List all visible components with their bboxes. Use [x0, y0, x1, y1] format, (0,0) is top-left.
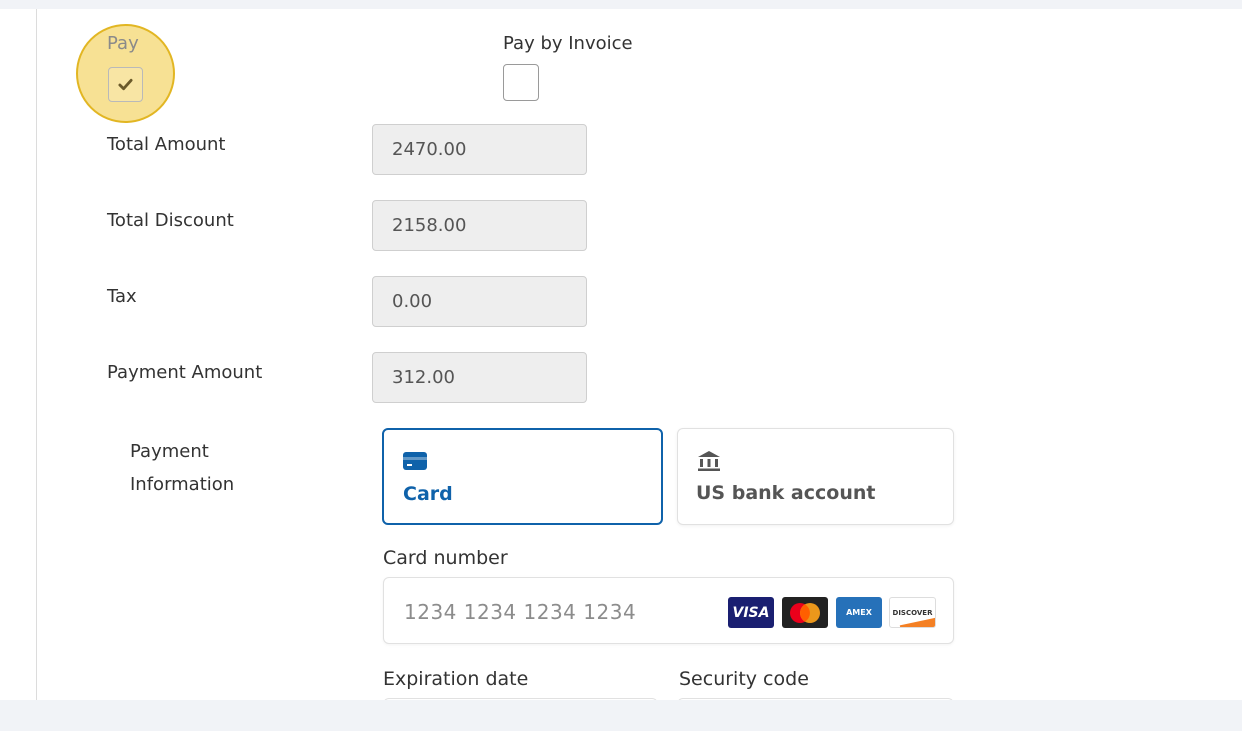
mastercard-icon: [790, 602, 820, 623]
card-number-input[interactable]: 1234 1234 1234 1234 VISA AMEX DISCOVER: [383, 577, 954, 644]
tax-field: 0.00: [372, 276, 587, 327]
payment-information-line1: Payment: [130, 441, 209, 462]
pay-label: Pay: [107, 33, 139, 54]
total-discount-label: Total Discount: [107, 210, 234, 231]
total-amount-label: Total Amount: [107, 134, 226, 155]
card-method-tab[interactable]: Card: [382, 428, 663, 525]
payment-panel: Pay Pay by Invoice Total Amount 2470.00 …: [0, 9, 1242, 700]
us-bank-account-label: US bank account: [696, 482, 876, 504]
total-discount-field: 2158.00: [372, 200, 587, 251]
expiration-date-label: Expiration date: [383, 668, 529, 690]
checkmark-icon: [118, 78, 133, 91]
pay-checkbox[interactable]: [108, 67, 143, 102]
pay-by-invoice-label: Pay by Invoice: [503, 33, 633, 54]
left-divider: [36, 9, 37, 700]
credit-card-icon: [403, 452, 427, 470]
payment-information-label: Payment Information: [130, 435, 234, 501]
payment-amount-field: 312.00: [372, 352, 587, 403]
tax-label: Tax: [107, 286, 137, 307]
card-method-label: Card: [403, 483, 453, 505]
mastercard-logo: [782, 597, 828, 628]
visa-logo: VISA: [728, 597, 774, 628]
us-bank-account-method-tab[interactable]: US bank account: [677, 428, 954, 525]
expiration-date-input[interactable]: [383, 698, 658, 700]
security-code-label: Security code: [679, 668, 809, 690]
pay-by-invoice-checkbox[interactable]: [503, 64, 539, 101]
payment-information-line2: Information: [130, 474, 235, 495]
security-code-input[interactable]: [677, 698, 954, 700]
card-number-placeholder: 1234 1234 1234 1234: [404, 600, 637, 624]
total-amount-field: 2470.00: [372, 124, 587, 175]
bank-icon: [698, 451, 720, 471]
discover-logo: DISCOVER: [889, 597, 936, 628]
amex-logo: AMEX: [836, 597, 882, 628]
payment-amount-label: Payment Amount: [107, 362, 263, 383]
card-number-label: Card number: [383, 547, 508, 569]
